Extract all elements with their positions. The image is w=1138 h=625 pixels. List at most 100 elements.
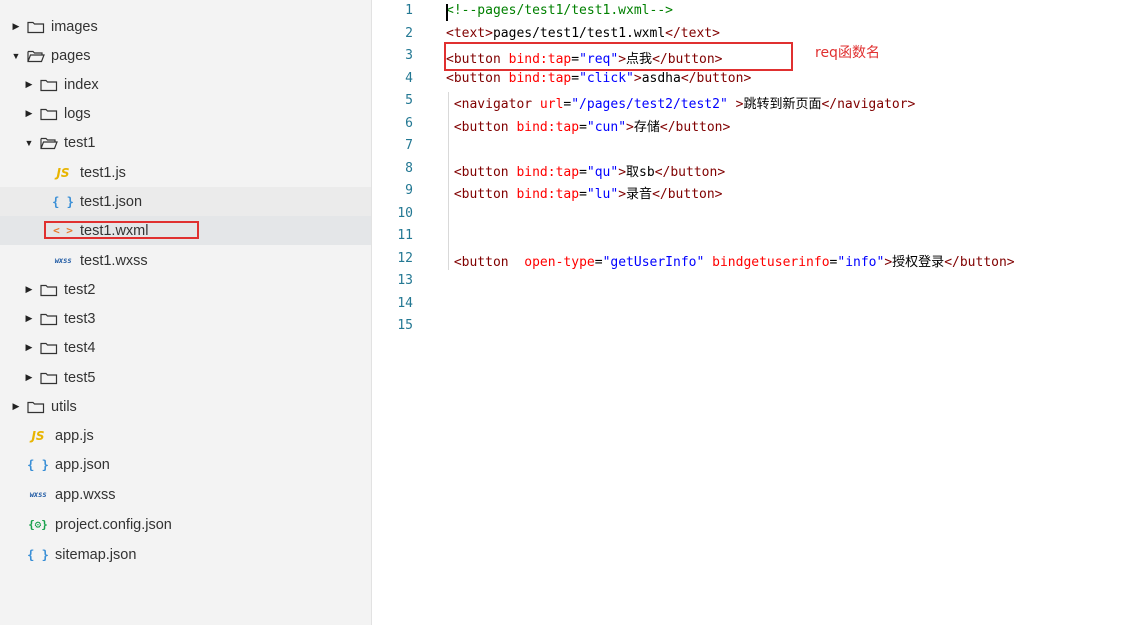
line-number: 7	[405, 138, 413, 153]
js-file-icon: JS	[31, 428, 45, 443]
code-token-tag: <navigator	[446, 97, 540, 112]
code-token-tag: </navigator>	[821, 97, 916, 112]
tree-item-label: sitemap.json	[55, 546, 137, 563]
code-token-tag: </button>	[652, 187, 723, 202]
tree-item-label: test1.json	[80, 193, 143, 210]
file-explorer: ▶ images ▼ pages ▶ index ▶ logs ▼ test1 JS test1.js…	[0, 0, 372, 625]
code-line[interactable]: <button bind:tap="lu">录音</button>	[446, 183, 723, 202]
code-token-attr: bind:tap	[516, 187, 580, 202]
code-token-tag: >	[626, 120, 634, 135]
chevron-right-icon[interactable]: ▶	[24, 108, 34, 120]
code-token-attr: open-type	[524, 255, 595, 270]
folder-icon	[40, 341, 58, 355]
tree-item-label: test4	[64, 339, 96, 356]
line-number: 8	[405, 161, 413, 176]
chevron-right-icon[interactable]: ▶	[24, 342, 34, 354]
tree-item-test1-js[interactable]: JS test1.js	[0, 158, 371, 187]
tree-item-test1-json[interactable]: { } test1.json	[0, 187, 371, 216]
tree-item-app-js[interactable]: JS app.js	[0, 421, 371, 450]
tree-item-label: images	[51, 18, 98, 35]
code-highlight-box	[444, 42, 793, 71]
file-highlight-box	[44, 221, 199, 239]
line-number: 13	[397, 273, 413, 288]
tree-item-test1-wxss[interactable]: wxss test1.wxss	[0, 246, 371, 275]
code-line[interactable]: <button open-type="getUserInfo" bindgetu…	[446, 251, 1015, 270]
tree-item-label: logs	[64, 105, 91, 122]
code-token-tag: </button>	[654, 165, 726, 180]
tree-item-test5[interactable]: ▶ test5	[0, 363, 371, 392]
code-token-text: =	[579, 187, 587, 202]
code-line[interactable]: <button bind:tap="qu">取sb</button>	[446, 161, 725, 180]
tree-item-project-config-json[interactable]: {⚙} project.config.json	[0, 510, 371, 539]
code-token-tag: >	[884, 255, 893, 270]
chevron-right-icon[interactable]: ▶	[24, 372, 34, 384]
code-token-val: "click"	[579, 71, 634, 86]
line-number: 12	[397, 251, 413, 266]
tree-item-images[interactable]: ▶ images	[0, 12, 371, 41]
code-token-text: asdha	[641, 71, 681, 86]
tree-item-label: app.json	[55, 456, 110, 473]
tree-item-label: project.config.json	[55, 516, 172, 533]
json-file-icon: { }	[27, 547, 49, 562]
tree-item-index[interactable]: ▶ index	[0, 70, 371, 99]
code-token-tag: </text>	[665, 26, 720, 41]
code-token-comment: <!--pages/test1/test1.wxml-->	[446, 3, 673, 18]
tree-item-logs[interactable]: ▶ logs	[0, 99, 371, 128]
wxss-file-icon: wxss	[54, 256, 72, 265]
config-file-icon: {⚙}	[28, 518, 48, 531]
line-number: 11	[397, 228, 413, 243]
chevron-down-icon[interactable]: ▼	[24, 137, 34, 149]
code-token-attr: bindgetuserinfo	[712, 255, 830, 270]
folder-icon	[40, 283, 58, 297]
chevron-right-icon[interactable]: ▶	[24, 284, 34, 296]
tree-item-test2[interactable]: ▶ test2	[0, 275, 371, 304]
code-line[interactable]: <button bind:tap="cun">存储</button>	[446, 116, 731, 135]
js-file-icon: JS	[56, 165, 70, 180]
folder-icon	[40, 371, 58, 385]
code-token-text: 取sb	[626, 165, 655, 180]
tree-item-label: index	[64, 76, 99, 93]
tree-item-utils[interactable]: ▶ utils	[0, 392, 371, 421]
tree-item-test3[interactable]: ▶ test3	[0, 304, 371, 333]
line-number: 2	[405, 26, 413, 41]
code-token-tag: >	[618, 187, 627, 202]
chevron-right-icon[interactable]: ▶	[24, 79, 34, 91]
line-number: 6	[405, 116, 413, 131]
tree-item-app-wxss[interactable]: wxss app.wxss	[0, 480, 371, 509]
code-token-attr: bind:tap	[516, 120, 580, 135]
chevron-right-icon[interactable]: ▶	[11, 21, 21, 33]
tree-item-test4[interactable]: ▶ test4	[0, 333, 371, 362]
code-line[interactable]: <!--pages/test1/test1.wxml-->	[446, 3, 673, 18]
tree-item-test1[interactable]: ▼ test1	[0, 128, 371, 157]
code-token-tag: </button>	[680, 71, 752, 86]
code-token-text: =	[579, 120, 587, 135]
code-token-tag: <button	[446, 120, 517, 135]
code-token-val: "lu"	[586, 187, 619, 202]
code-token-text: 授权登录	[892, 255, 945, 270]
code-line[interactable]: <text>pages/test1/test1.wxml</text>	[446, 26, 720, 41]
folder-icon	[27, 400, 45, 414]
code-editor[interactable]: 1 2 3 4 5 6 7 8 9 10 11 12 13 14 15 <!--pages/test1/te…	[372, 0, 1138, 625]
code-token-text: =	[579, 165, 587, 180]
tree-item-label: test3	[64, 310, 96, 327]
code-token-text: =	[571, 71, 580, 86]
code-token-val: "getUserInfo"	[602, 255, 705, 270]
tree-item-sitemap-json[interactable]: { } sitemap.json	[0, 540, 371, 569]
chevron-down-icon[interactable]: ▼	[11, 50, 21, 62]
code-line[interactable]: <navigator url="/pages/test2/test2" >跳转到…	[446, 93, 916, 112]
code-line[interactable]: <button bind:tap="click">asdha</button>	[446, 71, 751, 86]
tree-item-label: test1	[64, 134, 96, 151]
chevron-right-icon[interactable]: ▶	[11, 401, 21, 413]
folder-icon	[27, 20, 45, 34]
code-token-text: =	[594, 255, 603, 270]
line-number: 3	[405, 48, 413, 63]
tree-item-app-json[interactable]: { } app.json	[0, 450, 371, 479]
line-number: 4	[405, 71, 413, 86]
chevron-right-icon[interactable]: ▶	[24, 313, 34, 325]
code-token-tag: <button	[446, 255, 525, 270]
tree-item-pages[interactable]: ▼ pages	[0, 41, 371, 70]
folder-icon	[40, 312, 58, 326]
line-number: 9	[405, 183, 413, 198]
code-token-text: pages/test1/test1.wxml	[492, 26, 666, 41]
code-token-tag: >	[633, 71, 642, 86]
